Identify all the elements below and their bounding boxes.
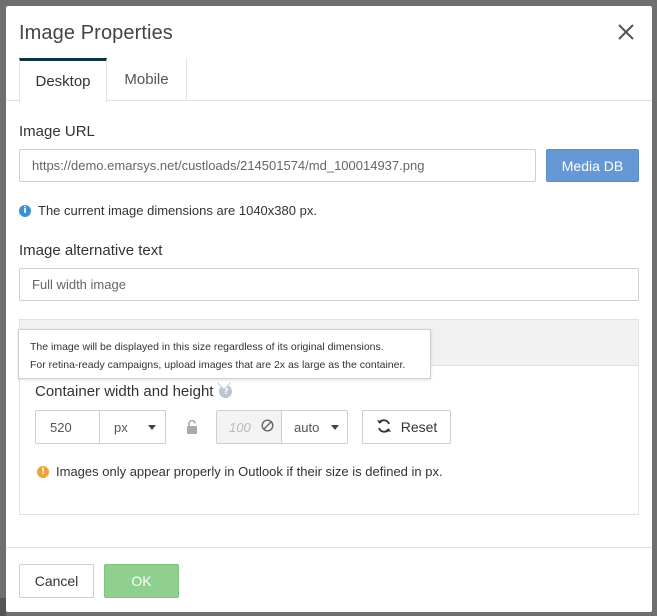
reset-button[interactable]: Reset [362,410,451,444]
outlook-warning-text: Images only appear properly in Outlook i… [56,464,443,479]
height-unit-value: auto [294,419,320,435]
image-url-value: https://demo.emarsys.net/custloads/21450… [32,158,425,173]
disabled-icon [261,419,274,435]
media-db-button[interactable]: Media DB [546,149,639,182]
ok-button[interactable]: OK [104,564,179,598]
info-icon: i [19,204,31,217]
alt-text-input[interactable]: Full width image [19,268,639,301]
width-unit-select[interactable]: px [100,411,165,443]
tooltip-line-1: The image will be displayed in this size… [30,341,384,353]
tab-desktop-label: Desktop [35,73,91,90]
image-url-input[interactable]: https://demo.emarsys.net/custloads/21450… [19,149,536,182]
help-tooltip: The image will be displayed in this size… [18,329,431,379]
dialog-header: Image Properties [6,6,652,58]
close-icon[interactable] [616,22,636,42]
height-placeholder: 100 [229,419,251,435]
height-control: 100 auto [216,410,348,444]
container-size-label: Container width and height ? [35,383,233,400]
alt-text-label: Image alternative text [19,242,163,259]
unlock-icon[interactable] [185,419,199,435]
outlook-warning: ! Images only appear properly in Outlook… [37,464,443,479]
dialog-footer [6,547,652,612]
chevron-down-icon [147,424,156,430]
tab-mobile-label: Mobile [124,71,169,88]
tab-mobile[interactable]: Mobile [107,58,187,101]
image-properties-dialog: Image Properties Desktop Mobile Image UR… [6,6,652,612]
warning-icon: ! [37,465,49,478]
alt-text-placeholder: Full width image [32,277,126,292]
height-unit-select[interactable]: auto [282,411,347,443]
width-control: 520 px [35,410,166,444]
tab-desktop[interactable]: Desktop [19,58,107,102]
width-input[interactable]: 520 [36,411,100,443]
width-unit-value: px [114,419,128,435]
reset-label: Reset [400,419,438,435]
dimensions-info-text: The current image dimensions are 1040x38… [38,203,317,218]
tab-bar: Desktop Mobile [6,58,652,102]
image-url-label: Image URL [19,123,95,140]
dialog-title: Image Properties [19,22,173,44]
refresh-icon [376,418,392,437]
chevron-down-icon [331,424,340,430]
width-value: 520 [50,419,72,435]
dimensions-info: i The current image dimensions are 1040x… [19,203,317,218]
container-size-label-text: Container width and height [35,383,214,400]
cancel-button[interactable]: Cancel [19,564,94,598]
height-input[interactable]: 100 [217,411,282,443]
tooltip-line-2: For retina-ready campaigns, upload image… [30,359,406,371]
